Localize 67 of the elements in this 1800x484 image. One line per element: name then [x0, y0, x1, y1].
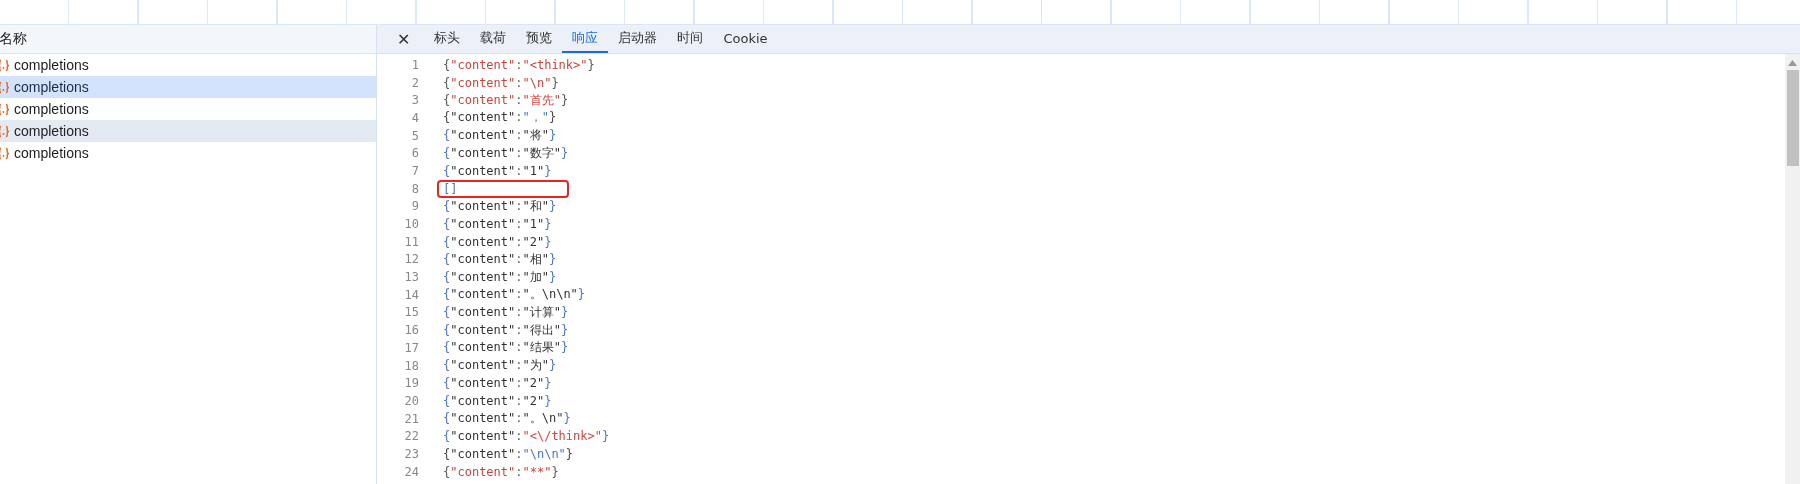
line-number: 17 [403, 340, 419, 355]
line-number: 11 [403, 234, 419, 249]
line-number: 23 [403, 446, 419, 461]
code-line: {"content":"为"} [442, 357, 558, 375]
line-number: 2 [410, 75, 419, 90]
line-number: 7 [410, 163, 419, 178]
line-number: 20 [403, 393, 419, 408]
json-file-icon [0, 102, 10, 116]
code-line: {"content":"<think>"} [442, 57, 596, 72]
code-line: {"content":"2"} [442, 393, 553, 408]
code-line: {"content":"数字"} [442, 144, 570, 162]
scroll-thumb[interactable] [1786, 70, 1799, 166]
line-number: 12 [403, 252, 419, 267]
json-file-icon [0, 124, 10, 138]
tab[interactable]: 启动器 [608, 25, 668, 53]
code-line: {"content":"计算"} [442, 303, 570, 321]
code-line: {"content":"**"} [442, 464, 560, 479]
line-number: 18 [403, 358, 419, 373]
tab[interactable]: Cookie [713, 25, 778, 53]
request-row[interactable]: completions [0, 76, 376, 98]
code-line: {"content":"结果"} [442, 339, 570, 357]
code-line: {"content":"相"} [442, 250, 558, 268]
code-line: {"content":"2"} [442, 234, 553, 249]
line-number: 3 [410, 93, 419, 108]
highlighted-code-line: [] [439, 181, 567, 196]
code-line: {"content":"\n"} [442, 75, 560, 90]
tab[interactable]: 载荷 [470, 25, 517, 53]
scroll-up-icon[interactable] [1788, 60, 1797, 66]
code-line: {"content":"1"} [442, 163, 553, 178]
line-number: 15 [403, 305, 419, 320]
code-line: {"content":"加"} [442, 268, 558, 286]
tab[interactable]: 响应 [562, 25, 609, 53]
tab[interactable]: 时间 [667, 25, 714, 53]
code-line: {"content":"1"} [442, 217, 553, 232]
line-number: 16 [403, 323, 419, 338]
json-file-icon [0, 80, 10, 94]
line-number: 14 [403, 287, 419, 302]
column-title: 名称 [0, 30, 27, 48]
line-number: 1 [410, 57, 419, 72]
code-line: {"content":"将"} [442, 127, 558, 145]
code-line: {"content":"。\n"} [442, 410, 572, 428]
code-line: {"content":"，"} [442, 109, 558, 127]
line-number: 19 [403, 376, 419, 391]
request-row[interactable]: completions [0, 120, 376, 142]
tab[interactable]: 标头 [424, 25, 471, 53]
code-line: {"content":"首先"} [442, 91, 570, 109]
line-number: 6 [410, 146, 419, 161]
close-button[interactable]: ✕ [387, 25, 421, 53]
tab[interactable]: 预览 [516, 25, 563, 53]
line-number: 4 [410, 110, 419, 125]
code-line: {"content":"。\n\n"} [442, 286, 587, 304]
code-line: {"content":"<\/think>"} [442, 429, 611, 444]
code-line: {"content":"和"} [442, 197, 558, 215]
json-file-icon [0, 58, 10, 72]
line-number: 21 [403, 411, 419, 426]
line-number: 9 [410, 199, 419, 214]
line-number: 8 [410, 181, 419, 196]
line-number: 5 [410, 128, 419, 143]
code-line: {"content":"2"} [442, 376, 553, 391]
line-number: 10 [403, 217, 419, 232]
code-line: {"content":"得出"} [442, 321, 570, 339]
code-line: {"content":"\n\n"} [442, 446, 575, 461]
line-number: 13 [403, 270, 419, 285]
line-number: 24 [403, 464, 419, 479]
line-number: 22 [403, 429, 419, 444]
json-file-icon [0, 146, 10, 160]
scrollbar[interactable] [1785, 54, 1800, 484]
